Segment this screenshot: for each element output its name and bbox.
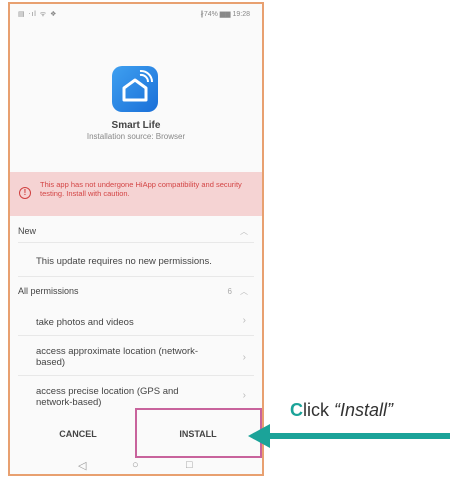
divider	[18, 335, 254, 336]
status-bar: ▤ ᐧıl ᯤ ❖ ∦74% ▆▆ 19:28	[10, 4, 262, 24]
caption-text: lick	[303, 400, 334, 420]
chevron-right-icon[interactable]: ›	[243, 352, 246, 363]
chevron-up-icon[interactable]: ︿	[240, 226, 248, 237]
permission-item[interactable]: take photos and videos	[36, 317, 134, 328]
recents-icon[interactable]: □	[186, 459, 193, 471]
status-battery-time: ∦74% ▆▆ 19:28	[200, 11, 250, 18]
warning-banner: ! This app has not undergone HiApp compa…	[10, 172, 262, 216]
chevron-up-icon[interactable]: ︿	[240, 286, 248, 297]
app-name: Smart Life	[111, 120, 161, 131]
divider	[18, 242, 254, 243]
back-icon[interactable]: ◁	[78, 459, 86, 472]
status-icons-left: ▤ ᐧıl ᯤ ❖	[18, 11, 58, 18]
cancel-button[interactable]: CANCEL	[18, 422, 138, 446]
all-permissions-header[interactable]: All permissions	[18, 286, 79, 296]
phone-screen: ▤ ᐧıl ᯤ ❖ ∦74% ▆▆ 19:28 Smart Life Insta…	[8, 2, 264, 476]
smart-life-app-icon	[112, 66, 158, 112]
no-new-permissions-message: This update requires no new permissions.	[36, 256, 212, 267]
new-section-header[interactable]: New	[18, 226, 36, 236]
caption-quoted: “Install”	[334, 400, 394, 420]
warning-text: This app has not undergone HiApp compati…	[40, 180, 242, 198]
chevron-right-icon[interactable]: ›	[243, 390, 246, 401]
divider	[18, 375, 254, 376]
install-highlight-box	[135, 408, 262, 458]
navigation-bar: ◁ ○ □	[10, 456, 262, 474]
divider	[18, 276, 254, 277]
permission-item[interactable]: access precise location (GPS and network…	[36, 386, 206, 408]
instruction-caption: Click “Install”	[290, 400, 393, 421]
home-icon[interactable]: ○	[132, 459, 139, 471]
permission-item[interactable]: access approximate location (network-bas…	[36, 346, 206, 368]
installation-source: Installation source: Browser	[86, 132, 186, 141]
caption-first-letter: C	[290, 400, 303, 420]
arrow-icon	[248, 424, 450, 448]
chevron-right-icon[interactable]: ›	[243, 315, 246, 326]
warning-icon: !	[19, 187, 31, 199]
permissions-count: 6	[227, 287, 232, 296]
